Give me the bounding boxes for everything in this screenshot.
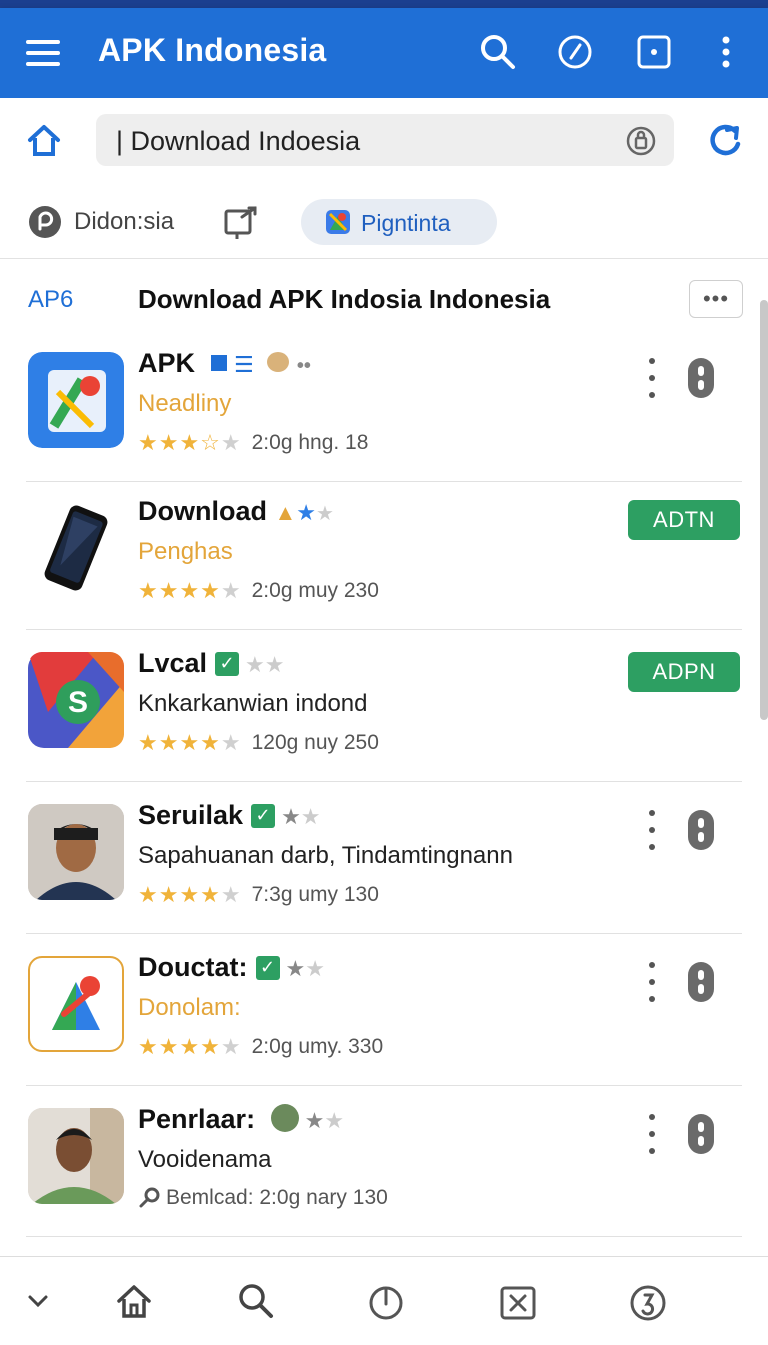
toggle-icon[interactable] — [688, 1114, 714, 1154]
key-icon — [138, 1187, 160, 1209]
close-box-icon[interactable] — [496, 1281, 540, 1325]
chip-selected[interactable]: Pigntinta — [301, 199, 497, 245]
site-icon — [27, 204, 63, 240]
toggle-icon[interactable] — [688, 962, 714, 1002]
more-button[interactable]: ••• — [689, 280, 743, 318]
list-item[interactable]: Penrlaar: ★★ Vooidenama Bemlcad: 2:0g na… — [0, 1086, 768, 1238]
app-subtitle: Sapahuanan darb, Tindamtingnann — [138, 842, 513, 869]
verified-icon: ✓ — [251, 803, 276, 828]
app-icon: S — [28, 652, 124, 748]
svg-text:S: S — [68, 686, 88, 719]
refresh-circle-icon[interactable] — [626, 1281, 670, 1325]
star-icon: ★★ — [245, 652, 285, 677]
star-icon: ★ — [296, 500, 317, 525]
section-header: AP6 Download APK Indosia Indonesia ••• — [0, 260, 768, 340]
app-name: Douctat: ✓ ★★ — [138, 952, 325, 982]
square-icon[interactable] — [632, 30, 676, 74]
toggle-icon[interactable] — [688, 810, 714, 850]
home-icon[interactable] — [24, 120, 64, 160]
list-item[interactable]: Seruilak ✓ ★★ Sapahuanan darb, Tindamtingn… — [0, 782, 768, 934]
app-subtitle: Knkarkanwian indond — [138, 690, 368, 717]
app-subtitle: Vooidenama — [138, 1146, 272, 1173]
url-text: | Download Indoesia — [116, 126, 361, 156]
app-title: APK Indonesia — [98, 32, 327, 68]
install-button[interactable]: ADPN — [628, 652, 740, 692]
maps-icon — [323, 207, 353, 237]
list-icon: ☰ — [234, 352, 254, 377]
flag-icon — [210, 355, 227, 371]
app-meta: Bemlcad: 2:0g nary 130 — [138, 1186, 388, 1210]
section-tag: AP6 — [28, 286, 74, 313]
share-icon[interactable] — [222, 204, 260, 242]
chip-selected-label: Pigntinta — [361, 210, 451, 236]
next-row-peek — [0, 1236, 768, 1256]
app-subtitle: Donolam: — [138, 994, 241, 1021]
rating-stars: ★★★★★ — [138, 882, 242, 907]
app-bar: APK Indonesia — [0, 8, 768, 98]
egg-icon — [267, 352, 290, 372]
avatar — [28, 804, 124, 900]
app-name: Penrlaar: ★★ — [138, 1104, 345, 1134]
app-name: Lvcal ✓ ★★ — [138, 648, 285, 678]
more-vert-icon[interactable] — [640, 810, 664, 850]
more-vert-icon[interactable] — [710, 30, 742, 74]
verified-icon: ✓ — [215, 651, 240, 676]
app-subtitle: Neadliny — [138, 390, 232, 417]
star-icon: ★★ — [281, 804, 321, 829]
rating-stars: ★★★☆★ — [138, 430, 242, 455]
star-icon: ★★ — [285, 956, 325, 981]
bottom-nav — [0, 1256, 768, 1345]
home-icon[interactable] — [112, 1279, 156, 1323]
menu-icon[interactable] — [22, 32, 64, 74]
dots-icon: •• — [296, 355, 311, 377]
toggle-icon[interactable] — [688, 358, 714, 398]
app-name: Seruilak ✓ ★★ — [138, 800, 321, 830]
app-icon — [28, 352, 124, 448]
compass-icon[interactable] — [553, 30, 597, 74]
chip-site[interactable]: Didon:sia — [74, 208, 174, 236]
more-vert-icon[interactable] — [640, 1114, 664, 1154]
rating-stars: ★★★★★ — [138, 1034, 242, 1059]
chip-row: Didon:sia Pigntinta — [0, 186, 768, 259]
list-item[interactable]: S Lvcal ✓ ★★ Knkarkanwian indond ★★★★★ 120g… — [0, 630, 768, 782]
app-meta: ★★★☆★ 2:0g hng. 18 — [138, 430, 369, 455]
star-icon: ★★ — [304, 1108, 345, 1133]
lock-icon[interactable] — [624, 124, 658, 158]
app-icon — [28, 956, 124, 1052]
list-item[interactable]: Douctat: ✓ ★★ Donolam: ★★★★★ 2:0g umy. 330 — [0, 934, 768, 1086]
rating-stars: ★★★★★ — [138, 578, 242, 603]
list-item[interactable]: Download ▲★★ Penghas ★★★★★ 2:0g muy 230 A… — [0, 478, 768, 630]
more-vert-icon[interactable] — [640, 358, 664, 398]
status-strip — [0, 0, 768, 8]
address-bar: | Download Indoesia — [0, 98, 768, 187]
install-button[interactable]: ADTN — [628, 500, 740, 540]
app-icon — [28, 500, 124, 596]
rating-stars: ★★★★★ — [138, 730, 242, 755]
search-icon[interactable] — [476, 30, 520, 74]
more-vert-icon[interactable] — [640, 962, 664, 1002]
list-item[interactable]: APK ☰ •• Neadliny ★★★☆★ 2:0g hng. 18 — [0, 330, 768, 482]
bell-icon: ▲ — [274, 500, 297, 525]
chevron-down-icon[interactable] — [22, 1285, 54, 1317]
app-meta: ★★★★★ 2:0g umy. 330 — [138, 1034, 384, 1059]
app-meta: ★★★★★ 120g nuy 250 — [138, 730, 379, 755]
app-meta: ★★★★★ 2:0g muy 230 — [138, 578, 379, 603]
section-title: Download APK Indosia Indonesia — [138, 284, 551, 314]
verified-icon: ✓ — [255, 955, 280, 980]
star-icon: ★ — [316, 503, 334, 525]
app-name: Download ▲★★ — [138, 496, 334, 526]
app-meta: ★★★★★ 7:3g umy 130 — [138, 882, 379, 907]
url-input[interactable]: | Download Indoesia — [96, 114, 674, 166]
refresh-icon[interactable] — [703, 118, 747, 162]
app-subtitle: Penghas — [138, 538, 233, 565]
app-name: APK ☰ •• — [138, 348, 311, 378]
avatar — [28, 1108, 124, 1204]
search-icon[interactable] — [234, 1279, 278, 1323]
avatar-icon — [270, 1104, 299, 1132]
power-icon[interactable] — [364, 1281, 408, 1325]
